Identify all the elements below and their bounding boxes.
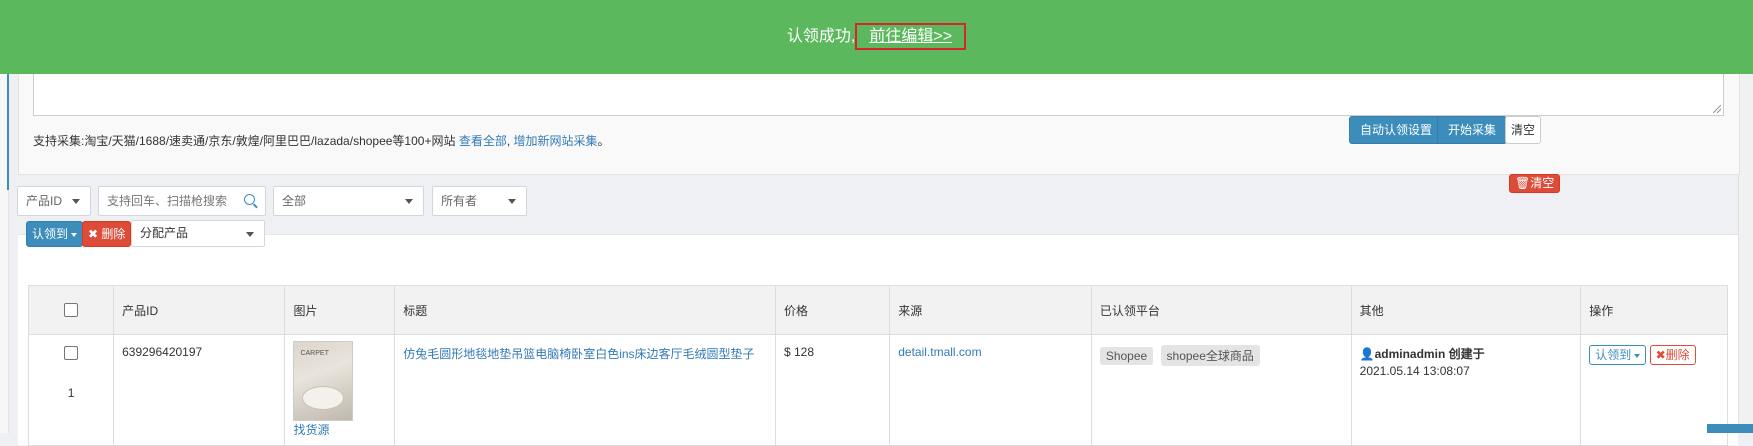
success-banner: 认领成功, 前往编辑>> (0, 0, 1753, 74)
price-cell: $ 128 (774, 334, 891, 446)
field-select[interactable]: 产品ID (17, 186, 91, 216)
source-cell: detail.tmall.com (889, 334, 1092, 446)
header-image: 图片 (284, 285, 396, 335)
row-claim-label: 认领到 (1595, 348, 1632, 362)
header-title: 标题 (394, 285, 776, 335)
platform-tag-shopee-global: shopee全球商品 (1160, 345, 1260, 366)
owner-select[interactable]: 所有者 (432, 186, 527, 216)
active-indicator (7, 70, 9, 190)
chevron-down-icon (508, 199, 516, 204)
header-source: 来源 (889, 285, 1092, 335)
status-select[interactable]: 全部 (273, 186, 424, 216)
user-icon: 👤 (1359, 347, 1375, 361)
trash-icon: 🗑 (1515, 176, 1531, 190)
delete-label: 删除 (101, 227, 126, 241)
product-id-cell: 639296420197 (113, 334, 286, 446)
chevron-down-icon (1634, 353, 1641, 358)
product-table: 产品ID 图片 标题 价格 来源 已认领平台 其他 操作 1 639296420… (27, 285, 1728, 446)
product-title-link[interactable]: 仿兔毛圆形地毯地垫吊篮电脑椅卧室白色ins床边客厅毛绒圆型垫子 (403, 347, 754, 361)
add-site-link[interactable]: 增加新网站采集 (514, 134, 598, 148)
search-placeholder: 支持回车、扫描枪搜索 (107, 194, 228, 208)
row-claim-button[interactable]: 认领到 (1589, 345, 1647, 365)
chevron-down-icon (72, 199, 80, 204)
row-select-cell: 1 (27, 334, 115, 446)
other-cell: 👤adminadmin 创建于 2021.05.14 13:08:07 (1350, 334, 1582, 446)
support-sites-label: 支持采集:淘宝/天猫/1688/速卖通/京东/敦煌/阿里巴巴/lazada/sh… (33, 134, 456, 148)
product-thumbnail[interactable]: CARPET (293, 341, 354, 421)
chevron-down-icon (405, 199, 413, 204)
created-label: 创建于 (1448, 347, 1485, 361)
created-time: 2021.05.14 13:08:07 (1359, 364, 1470, 378)
search-input[interactable]: 支持回车、扫描枪搜索 (98, 186, 266, 216)
rug-illustration (302, 386, 345, 410)
find-source-link[interactable]: 找货源 (293, 421, 386, 438)
bottom-widget[interactable] (1707, 424, 1753, 433)
close-icon: ✖ (1655, 348, 1666, 362)
auto-claim-settings-button[interactable]: 自动认领设置 (1349, 116, 1444, 144)
search-icon[interactable] (244, 194, 255, 205)
resize-grip-icon[interactable] (1713, 105, 1721, 113)
title-cell: 仿兔毛圆形地毯地垫吊篮电脑椅卧室白色ins床边客厅毛绒圆型垫子 (394, 334, 776, 446)
source-link[interactable]: detail.tmall.com (898, 345, 981, 359)
chevron-down-icon (246, 232, 254, 237)
row-checkbox[interactable] (64, 345, 79, 360)
thumbnail-brand: CARPET (300, 350, 329, 357)
clear-filters-label: 清空 (1530, 176, 1555, 190)
image-cell: CARPET 找货源 (284, 334, 396, 446)
select-all-checkbox[interactable] (64, 303, 79, 318)
status-select-value: 全部 (282, 194, 307, 208)
header-actions: 操作 (1580, 285, 1728, 335)
claim-to-label: 认领到 (32, 227, 69, 241)
clear-filters-button[interactable]: 🗑清空 (1509, 174, 1561, 193)
creator-name: adminadmin (1374, 347, 1446, 361)
header-price: 价格 (774, 285, 891, 335)
header-product-id: 产品ID (113, 285, 286, 335)
delete-button[interactable]: ✖ 删除 (82, 221, 132, 247)
close-icon: ✖ (88, 227, 99, 241)
owner-select-value: 所有者 (441, 194, 478, 208)
success-message: 认领成功, (786, 28, 856, 45)
table-header-row: 产品ID 图片 标题 价格 来源 已认领平台 其他 操作 (27, 285, 1728, 335)
row-delete-button[interactable]: ✖删除 (1649, 345, 1696, 365)
row-delete-label: 删除 (1665, 348, 1690, 362)
platform-tag-shopee: Shopee (1099, 347, 1154, 365)
table-row: 1 639296420197 CARPET 找货源 仿兔毛圆形地毯地垫吊篮电脑椅… (27, 334, 1728, 446)
assign-product-value: 分配产品 (140, 226, 189, 240)
field-select-value: 产品ID (26, 194, 63, 208)
header-other: 其他 (1350, 285, 1582, 335)
platforms-cell: Shopee shopee全球商品 (1090, 334, 1352, 446)
assign-product-select[interactable]: 分配产品 (131, 220, 265, 247)
select-all-cell (27, 285, 115, 335)
start-collect-button[interactable]: 开始采集 (1437, 116, 1508, 144)
actions-cell: 认领到 ✖删除 (1580, 334, 1728, 446)
claim-to-button[interactable]: 认领到 (26, 221, 84, 247)
row-index: 1 (67, 385, 75, 400)
support-text: 支持采集:淘宝/天猫/1688/速卖通/京东/敦煌/阿里巴巴/lazada/sh… (33, 134, 610, 148)
clear-input-button[interactable]: 清空 (1505, 116, 1541, 144)
header-claimed-platforms: 已认领平台 (1090, 285, 1352, 335)
view-all-link[interactable]: 查看全部 (459, 134, 507, 148)
go-edit-link[interactable]: 前往编辑>> (855, 23, 967, 50)
chevron-down-icon (71, 232, 78, 237)
support-suffix: 。 (597, 134, 610, 148)
